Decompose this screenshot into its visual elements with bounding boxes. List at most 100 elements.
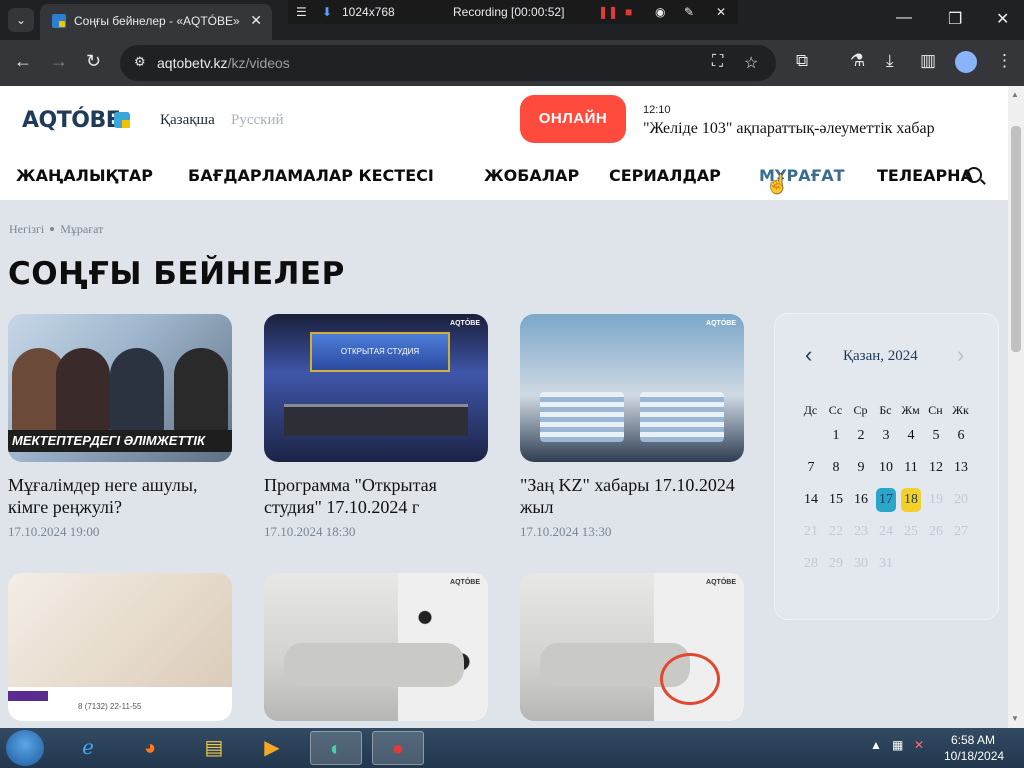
translate-icon[interactable]: ⛶: [712, 53, 723, 71]
scrollbar-thumb[interactable]: [1011, 126, 1021, 352]
thumb-studio-screen: ОТКРЫТАЯ СТУДИЯ: [310, 332, 450, 372]
menu-icon[interactable]: ☰: [296, 5, 307, 19]
tray-chevron-icon[interactable]: ▲: [870, 738, 882, 752]
video-thumbnail[interactable]: AQTÓBE: [264, 573, 488, 721]
nav-item-channel[interactable]: ТЕЛЕАРНА: [877, 166, 973, 185]
calendar-weekday: Жк: [952, 403, 969, 417]
main-nav: ЖАҢАЛЫҚТАР БАҒДАРЛАМАЛАР КЕСТЕСІ ЖОБАЛАР…: [16, 166, 996, 190]
profile-avatar-icon[interactable]: [955, 51, 977, 73]
calendar-day: 21: [804, 524, 818, 539]
video-date: 17.10.2024 19:00: [8, 524, 100, 539]
pin-icon[interactable]: ⬇: [322, 5, 332, 19]
calendar-month-label: Қазан, 2024: [843, 348, 918, 364]
calendar-day[interactable]: 9: [851, 456, 871, 480]
calendar-day[interactable]: 4: [901, 424, 921, 448]
nav-item-schedule[interactable]: БАҒДАРЛАМАЛАР КЕСТЕСІ: [188, 166, 434, 185]
nav-item-projects[interactable]: ЖОБАЛАР: [484, 166, 579, 185]
reload-icon[interactable]: ↻: [86, 51, 101, 72]
video-thumbnail[interactable]: 8 (7132) 22-11-55: [8, 573, 232, 721]
window-close-icon[interactable]: ✕: [996, 9, 1009, 29]
nav-item-series[interactable]: СЕРИАЛДАР: [609, 166, 721, 185]
volume-muted-icon[interactable]: ✕: [914, 738, 924, 752]
tab-search-button[interactable]: ⌄: [8, 8, 34, 32]
media-player-icon[interactable]: ▶: [246, 731, 298, 765]
restore-icon[interactable]: ❐: [948, 9, 962, 29]
stop-icon[interactable]: ■: [625, 5, 632, 19]
explorer-folder-icon[interactable]: ▤: [188, 731, 240, 765]
calendar-weekday: Дс: [803, 403, 818, 417]
tab-close-icon[interactable]: ✕: [250, 12, 262, 29]
now-playing-title[interactable]: "Желіде 103" ақпараттық-әлеуметтік хабар: [643, 120, 935, 138]
extensions-icon[interactable]: ⧉: [796, 51, 808, 71]
lang-kazakh-link[interactable]: Қазақша: [160, 112, 215, 129]
firefox-icon[interactable]: ◕: [124, 731, 176, 765]
calendar-day[interactable]: 11: [901, 456, 921, 480]
online-button[interactable]: ОНЛАЙН: [520, 95, 626, 143]
lang-russian-link[interactable]: Русский: [231, 112, 284, 129]
calendar-day[interactable]: 15: [826, 488, 846, 512]
url-domain: aqtobetv.kz: [157, 55, 228, 71]
calendar-day[interactable]: 12: [926, 456, 946, 480]
ie-icon[interactable]: ℯ: [62, 731, 114, 765]
search-icon[interactable]: [966, 167, 982, 183]
calendar-day[interactable]: 6: [951, 424, 971, 448]
download-icon[interactable]: ⤓: [886, 51, 894, 71]
close-icon[interactable]: ✕: [716, 5, 726, 19]
bookmark-star-icon[interactable]: ☆: [744, 53, 758, 73]
video-thumbnail[interactable]: AQTÓBE: [520, 573, 744, 721]
calendar-day[interactable]: 14: [801, 488, 821, 512]
video-thumbnail[interactable]: AQTÓBE ОТКРЫТАЯ СТУДИЯ: [264, 314, 488, 462]
camera-icon[interactable]: ◉: [655, 5, 665, 19]
clock-time: 6:58 AM: [950, 733, 996, 747]
network-icon[interactable]: ▦: [892, 738, 903, 752]
tab-active[interactable]: Соңғы бейнелер - «AQTÓBE» ✕: [40, 4, 272, 40]
video-title[interactable]: Программа "Открытая студия" 17.10.2024 г: [264, 474, 496, 518]
labs-flask-icon[interactable]: ⚗: [850, 51, 865, 71]
now-playing-time: 12:10: [643, 104, 671, 116]
pause-icon[interactable]: ❚❚: [598, 5, 618, 19]
forward-icon[interactable]: →: [50, 51, 68, 72]
minimize-icon[interactable]: —: [896, 9, 912, 27]
video-title[interactable]: "Заң KZ" хабары 17.10.2024 жыл: [520, 474, 752, 518]
url-text[interactable]: aqtobetv.kz/kz/videos: [157, 55, 290, 71]
calendar-day[interactable]: 1: [826, 424, 846, 448]
calendar-day[interactable]: 17: [876, 488, 896, 512]
back-icon[interactable]: ←: [14, 51, 32, 72]
calendar-day[interactable]: 7: [801, 456, 821, 480]
channel-badge: AQTÓBE: [450, 320, 480, 327]
address-bar[interactable]: ⚙ aqtobetv.kz/kz/videos ⛶ ☆: [120, 45, 776, 81]
calendar-day[interactable]: 10: [876, 456, 896, 480]
site-info-icon[interactable]: ⚙: [134, 54, 146, 70]
pen-icon[interactable]: ✎: [684, 5, 694, 19]
video-thumbnail[interactable]: AQTÓBE: [520, 314, 744, 462]
taskbar-clock[interactable]: 6:58 AM 10/18/2024: [944, 732, 1004, 764]
calendar-prev-icon[interactable]: ‹: [805, 342, 812, 368]
nav-item-news[interactable]: ЖАҢАЛЫҚТАР: [16, 166, 153, 185]
calendar-day[interactable]: 5: [926, 424, 946, 448]
video-thumbnail[interactable]: МЕКТЕПТЕРДЕГІ ӘЛІМЖЕТТІК: [8, 314, 232, 462]
video-title[interactable]: Мұғалімдер неге ашулы, кімге реңжулі?: [8, 474, 240, 518]
menu-kebab-icon[interactable]: ⋮: [996, 51, 1013, 71]
calendar-day[interactable]: 18: [901, 488, 921, 512]
scroll-up-icon[interactable]: ▲: [1011, 90, 1019, 99]
thumb-figure: [110, 348, 164, 434]
logo-mark-icon: [114, 112, 130, 128]
recorder-taskbar-icon[interactable]: ●: [372, 731, 424, 765]
site-header: AQTÓBE Қазақша Русский ОНЛАЙН 12:10 "Жел…: [0, 86, 1008, 200]
calendar-day[interactable]: 8: [826, 456, 846, 480]
page-scrollbar[interactable]: ▲ ▼: [1008, 86, 1024, 728]
calendar-day[interactable]: 16: [851, 488, 871, 512]
calendar-day[interactable]: 2: [851, 424, 871, 448]
side-panel-icon[interactable]: ▥: [920, 51, 936, 71]
site-logo[interactable]: AQTÓBE: [22, 108, 121, 133]
breadcrumb-home[interactable]: Негізгі: [9, 222, 44, 236]
calendar-day[interactable]: 3: [876, 424, 896, 448]
chrome-taskbar-icon[interactable]: ◐: [310, 731, 362, 765]
page-title: СОҢҒЫ БЕЙНЕЛЕР: [8, 256, 345, 292]
scroll-down-icon[interactable]: ▼: [1011, 714, 1019, 723]
calendar-next-icon[interactable]: ›: [957, 342, 964, 368]
site-favicon-icon: [52, 14, 66, 28]
calendar-day[interactable]: 13: [951, 456, 971, 480]
thumb-figure: [174, 348, 228, 434]
windows-start-button[interactable]: [6, 730, 44, 766]
